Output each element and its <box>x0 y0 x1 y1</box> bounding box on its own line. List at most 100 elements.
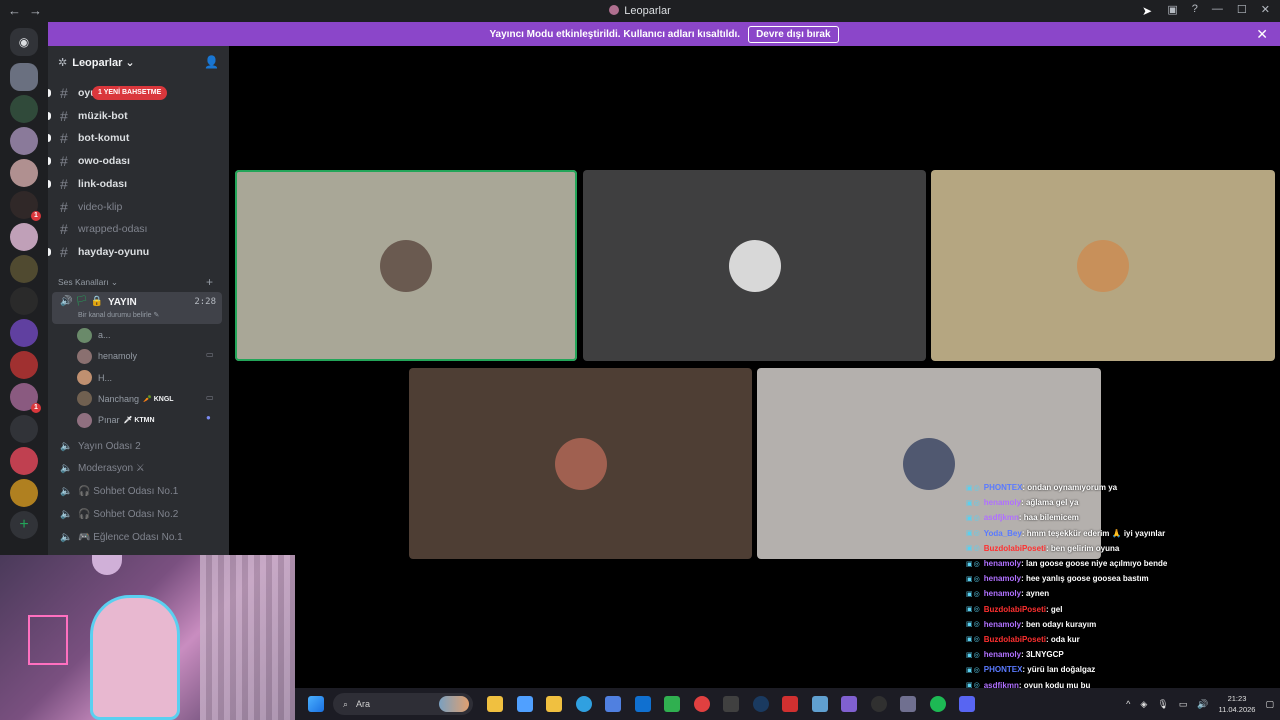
chat-message: ▣◎ henamoly: hee yanlış goose goosea bast… <box>966 571 1266 586</box>
store-icon[interactable] <box>605 696 621 712</box>
server-icon[interactable] <box>10 319 38 347</box>
chat-badge-icon: ▣◎ <box>966 606 981 614</box>
chat-message: ▣◎ asdfjkmn: haa bilemicem <box>966 510 1266 525</box>
live-speaker-icon: 🔊 🏳 🔒 <box>60 296 104 307</box>
new-mention-badge[interactable]: 1 YENİ BAHSETME <box>92 86 168 100</box>
voice-channel-label: Moderasyon ⚔ <box>78 463 145 475</box>
purple-app-icon[interactable] <box>841 696 857 712</box>
copilot-icon[interactable] <box>516 696 533 712</box>
participant-tile[interactable] <box>583 170 926 361</box>
notification-icon[interactable]: ▢ <box>1265 699 1274 710</box>
shark-icon[interactable] <box>811 696 828 712</box>
server-icon[interactable] <box>10 95 38 123</box>
server-icon[interactable] <box>10 255 38 283</box>
taskbar-search[interactable]: ⌕ Ara <box>333 693 473 715</box>
invite-people-icon[interactable]: 👤 <box>204 55 219 69</box>
participant-tile[interactable] <box>409 368 752 559</box>
obs-icon[interactable] <box>870 696 887 712</box>
voice-user[interactable]: a... <box>77 326 115 344</box>
avatar <box>380 239 432 292</box>
server-icon[interactable] <box>10 447 38 475</box>
edge-icon[interactable] <box>575 696 592 712</box>
volume-icon[interactable]: 🔊 <box>1197 699 1208 710</box>
network-icon[interactable]: ◈ <box>1140 699 1147 710</box>
mic-icon[interactable]: 🎙 <box>1157 699 1168 710</box>
red-app-icon[interactable] <box>782 696 798 712</box>
avatar <box>903 437 955 490</box>
voice-channel-3[interactable]: 🔈 🎧 Sohbet Odası No.2 <box>60 505 178 523</box>
voice-channel-label: 🎧 Sohbet Odası No.1 <box>78 486 179 498</box>
hash-icon: # <box>60 221 68 238</box>
windows-start-icon[interactable] <box>308 696 324 712</box>
channel-7[interactable]: # hayday-oyunu <box>48 242 222 262</box>
server-icon[interactable] <box>10 223 38 251</box>
server-icon[interactable] <box>10 415 38 443</box>
chat-username: PHONTEX <box>983 483 1023 493</box>
avatar <box>77 391 92 407</box>
chevron-up-icon[interactable]: ^ <box>1126 699 1130 709</box>
chrome-icon[interactable] <box>693 696 710 712</box>
close-window-icon[interactable]: ✕ <box>1261 3 1270 16</box>
explorer-icon[interactable] <box>487 696 503 712</box>
channel-label: wrapped-odası <box>78 223 148 236</box>
clock-time: 21:23 <box>1227 694 1247 703</box>
steam-icon[interactable] <box>752 696 769 712</box>
chat-message: ▣◎ BuzdolabiPoseti: gel <box>966 602 1266 617</box>
server-icon[interactable] <box>10 63 38 91</box>
voice-channel-2[interactable]: 🔈 🎧 Sohbet Odası No.1 <box>60 483 178 501</box>
search-highlight-image <box>439 696 469 712</box>
avatar <box>77 348 92 364</box>
channel-6[interactable]: # wrapped-odası <box>56 219 222 239</box>
channel-status[interactable]: Bir kanal durumu belirle ✎ <box>78 311 159 319</box>
server-icon[interactable] <box>10 287 38 315</box>
participant-tile[interactable] <box>931 170 1275 361</box>
display-icon[interactable]: ▭ <box>1179 699 1188 710</box>
hash-icon: # <box>60 85 68 101</box>
chat-text: : yürü lan doğalgaz <box>1022 665 1096 675</box>
settings-icon[interactable] <box>900 696 916 712</box>
server-icon[interactable] <box>10 351 38 379</box>
voice-channel-0[interactable]: 🔈 Yayın Odası 2 <box>60 437 141 455</box>
help-icon[interactable]: ? <box>1192 3 1198 16</box>
channel-3[interactable]: # owo-odası <box>48 151 222 171</box>
voice-category-header[interactable]: Ses Kanalları ⌄ + <box>58 275 213 289</box>
minimize-icon[interactable]: — <box>1212 3 1223 16</box>
channel-5[interactable]: # video-klip <box>56 197 222 217</box>
screen-share-icon[interactable]: ▣ <box>1167 3 1177 16</box>
participant-tile[interactable] <box>235 170 577 361</box>
spotify-icon[interactable] <box>929 696 946 712</box>
server-icon[interactable] <box>10 127 38 155</box>
active-voice-channel[interactable]: 🔊 🏳 🔒 YAYIN 2:28 Bir kanal durumu belirl… <box>52 292 222 324</box>
disable-streamer-mode-button[interactable]: Devre dışı bırak <box>748 25 839 43</box>
server-icon[interactable]: 1 <box>10 191 41 221</box>
channel-4[interactable]: # link-odası <box>48 174 222 194</box>
outlook-icon[interactable] <box>634 696 651 712</box>
app-green-icon[interactable] <box>664 696 680 712</box>
channel-1[interactable]: # müzik-bot <box>48 106 222 126</box>
add-server-icon[interactable]: + <box>10 511 38 539</box>
banner-close-icon[interactable]: ✕ <box>1256 26 1268 43</box>
server-icon[interactable]: 1 <box>10 383 41 413</box>
server-icon[interactable] <box>10 479 38 507</box>
epic-icon[interactable] <box>723 696 739 712</box>
server-icon[interactable] <box>10 159 38 187</box>
voice-user[interactable]: H... <box>77 369 116 387</box>
maximize-icon[interactable]: ☐ <box>1237 3 1247 16</box>
voice-user[interactable]: Pınar 🗡 KTMN <box>77 411 155 429</box>
add-channel-icon[interactable]: + <box>206 275 213 289</box>
voice-channel-4[interactable]: 🔈 🎮 Eğlence Odası No.1 <box>60 528 183 546</box>
folder-icon[interactable] <box>546 696 562 712</box>
taskbar-clock[interactable]: 21:23 11.04.2026 <box>1219 693 1256 715</box>
channel-2[interactable]: # bot-komut <box>48 128 222 148</box>
discord-icon[interactable] <box>959 696 975 712</box>
avatar <box>77 412 92 428</box>
voice-user-tag: 🗡 KTMN <box>123 417 155 425</box>
chat-message: ▣◎ BuzdolabiPoseti: ben gelirim oyuna <box>966 541 1266 556</box>
chat-username: henamoly <box>983 589 1022 599</box>
discord-home-icon[interactable]: ◉ <box>10 28 38 56</box>
chat-badge-icon: ▣◎ <box>966 651 981 659</box>
voice-user[interactable]: Nanchang 🥕 KNGL <box>77 390 174 408</box>
voice-channel-1[interactable]: 🔈 Moderasyon ⚔ <box>60 460 145 478</box>
server-header[interactable]: ✲ Leoparlar ⌄ 👤 <box>48 46 229 78</box>
voice-user[interactable]: henamoly <box>77 347 141 365</box>
